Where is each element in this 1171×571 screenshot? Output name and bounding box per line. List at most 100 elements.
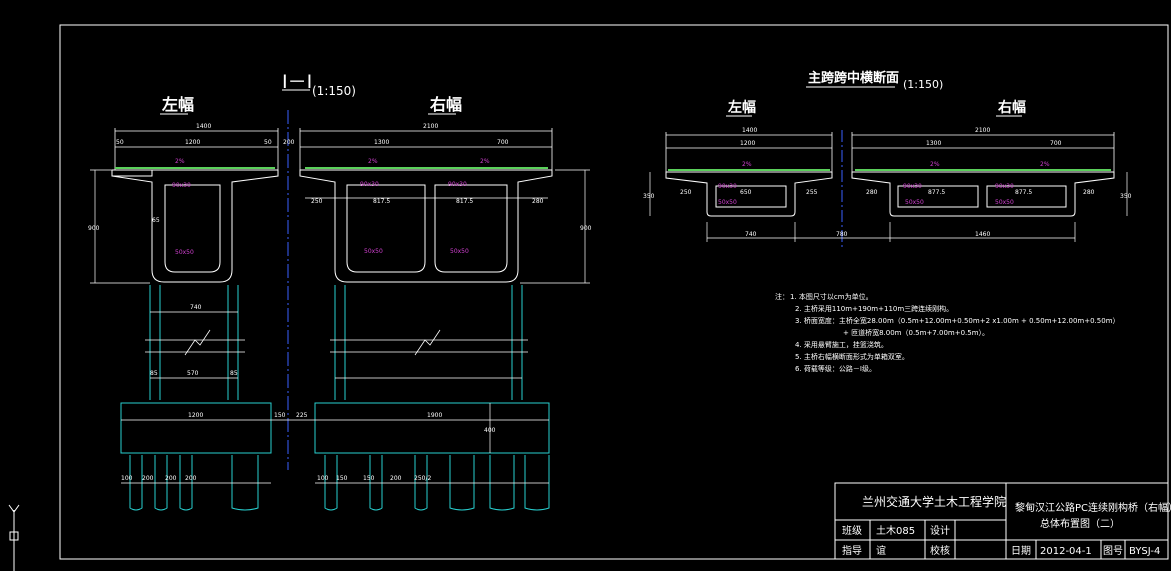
section-left-scale: (1:150) bbox=[312, 84, 356, 98]
rs-total-left: 1400 bbox=[742, 127, 757, 134]
rs-height-left: 350 bbox=[643, 193, 655, 200]
left-box-girder bbox=[111, 169, 279, 283]
dim-col-gap: 570 bbox=[187, 370, 199, 377]
guide-value: 谊 bbox=[876, 544, 886, 557]
note-line-1: 1. 本图尺寸以cm为单位。 bbox=[790, 292, 873, 301]
rs-slope: 2% bbox=[742, 161, 752, 168]
rs-top-right2: 700 bbox=[1050, 140, 1062, 147]
left-deck-surface bbox=[115, 167, 275, 169]
rs-total-right: 2100 bbox=[975, 127, 990, 134]
right-sec-right-label: 右幅 bbox=[997, 99, 1026, 116]
dim-gap-mid: 150 bbox=[274, 412, 286, 419]
rs-top-left: 1200 bbox=[740, 140, 755, 147]
date-label: 日期 bbox=[1011, 545, 1031, 557]
drawing-no-value: BYSJ-4 bbox=[1129, 546, 1160, 557]
fillet-right2: 50x50 bbox=[450, 248, 469, 255]
date-value: 2012-04-1 bbox=[1040, 546, 1092, 557]
dim-median: 200 bbox=[283, 139, 295, 146]
rs-right-girder bbox=[851, 171, 1115, 217]
dim-cant-left: 250 bbox=[311, 198, 323, 205]
section-right-title: 主跨跨中横断面 bbox=[808, 70, 899, 86]
rs-haunch-r: 90x30 bbox=[903, 183, 922, 190]
section-left: I－I (1:150) 左幅 右幅 1400 2100 1200 1300 70… bbox=[88, 71, 592, 511]
dim-cap-width: 740 bbox=[190, 304, 202, 311]
dim-box-b: 817.5 bbox=[456, 198, 473, 205]
class-label: 班级 bbox=[842, 525, 862, 537]
dim-top-right: 1300 bbox=[374, 139, 389, 146]
school-name: 兰州交通大学土木工程学院 bbox=[862, 494, 1006, 509]
haunch-right2: 90x30 bbox=[448, 181, 467, 188]
dim-gap-mid2: 225 bbox=[296, 412, 308, 419]
notes: 注： 1. 本图尺寸以cm为单位。 2. 主桥采用110m+190m+110m三… bbox=[775, 292, 1120, 373]
left-width-label: 左幅 bbox=[161, 95, 194, 114]
rs-top-right: 1300 bbox=[926, 140, 941, 147]
dim-pile-d: 200 bbox=[185, 475, 197, 482]
note-line-5: 4. 采用悬臂施工，挂篮浇筑。 bbox=[795, 340, 888, 349]
dim-top-left: 1200 bbox=[185, 139, 200, 146]
rs-cant-right1: 255 bbox=[806, 189, 818, 196]
rs-cant-r2: 280 bbox=[866, 189, 878, 196]
rs-bottom-mid: 780 bbox=[836, 231, 848, 238]
dim-web-b: 50 bbox=[264, 139, 272, 146]
rs-inner-r2: 877.5 bbox=[1015, 189, 1032, 196]
rs-fillet-r2: 50x50 bbox=[995, 199, 1014, 206]
note-line-6: 5. 主桥右幅横断面形式为单箱双室。 bbox=[795, 352, 909, 361]
project-title-line1: 黎甸汉江公路PC连续刚构桥（右幅） bbox=[1015, 501, 1171, 514]
rs-slope-r: 2% bbox=[930, 161, 940, 168]
rs-right-deck bbox=[855, 169, 1111, 171]
dim-total-left: 1400 bbox=[196, 123, 211, 130]
slope-left: 2% bbox=[175, 158, 185, 165]
haunch-right1: 90x30 bbox=[360, 181, 379, 188]
dim-footing-right: 1900 bbox=[427, 412, 442, 419]
rs-fillet-r: 50x50 bbox=[905, 199, 924, 206]
drawing-canvas: I－I (1:150) 左幅 右幅 1400 2100 1200 1300 70… bbox=[8, 24, 1171, 571]
dim-thick: 65 bbox=[152, 217, 160, 224]
dim-pile-a: 100 bbox=[121, 475, 133, 482]
pier-columns bbox=[149, 285, 523, 400]
right-box-girder bbox=[299, 169, 553, 283]
piles bbox=[129, 455, 550, 511]
dim-height-right: 900 bbox=[580, 225, 592, 232]
haunch-left: 90x30 bbox=[172, 182, 191, 189]
rs-cant-r3: 280 bbox=[1083, 189, 1095, 196]
section-right-scale: (1:150) bbox=[903, 78, 943, 91]
rs-inner-r1: 877.5 bbox=[928, 189, 945, 196]
dim-pile-e: 250/2 bbox=[414, 475, 431, 482]
rs-inner-left: 650 bbox=[740, 189, 752, 196]
drawing-no-label: 图号 bbox=[1103, 545, 1123, 557]
right-sec-left-label: 左幅 bbox=[727, 99, 756, 116]
dim-height: 900 bbox=[88, 225, 100, 232]
rs-bottom-left: 740 bbox=[745, 231, 757, 238]
note-line-4: + 匝道桥宽8.00m（0.5m+7.00m+0.5m）。 bbox=[843, 328, 989, 337]
dim-web-a: 50 bbox=[116, 139, 124, 146]
rs-cant-left: 250 bbox=[680, 189, 692, 196]
rs-left-deck bbox=[668, 169, 830, 171]
dim-footing-left: 1200 bbox=[188, 412, 203, 419]
rs-height-right: 350 bbox=[1120, 193, 1132, 200]
note-line-3: 3. 桥面宽度：主桥全宽28.00m（0.5m+12.00m+0.50m+2 x… bbox=[795, 316, 1120, 325]
class-value: 土木085 bbox=[876, 524, 915, 537]
check-label: 校核 bbox=[930, 544, 950, 557]
right-width-label: 右幅 bbox=[430, 95, 462, 114]
dim-top-right2: 700 bbox=[497, 139, 509, 146]
fillet-left: 50x50 bbox=[175, 249, 194, 256]
dim-col-a: 85 bbox=[150, 370, 158, 377]
fillet-right1: 50x50 bbox=[364, 248, 383, 255]
design-label: 设计 bbox=[930, 524, 950, 537]
dim-col-b: 85 bbox=[230, 370, 238, 377]
section-right: 主跨跨中横断面 (1:150) 左幅 右幅 1400 2100 1200 130… bbox=[643, 70, 1132, 250]
rs-bottom-right: 1460 bbox=[975, 231, 990, 238]
right-deck-surface bbox=[305, 167, 548, 169]
project-title-line2: 总体布置图（二） bbox=[1040, 517, 1120, 530]
dim-pile-h: 150 bbox=[363, 475, 375, 482]
dim-footing-h: 400 bbox=[484, 427, 496, 434]
pier-break-lines bbox=[145, 311, 528, 379]
dim-box-a: 817.5 bbox=[373, 198, 390, 205]
dim-pile-i: 200 bbox=[390, 475, 402, 482]
dim-total-right: 2100 bbox=[423, 123, 438, 130]
guide-label: 指导 bbox=[842, 544, 862, 557]
rs-slope-r2: 2% bbox=[1040, 161, 1050, 168]
notes-prefix: 注： bbox=[775, 292, 789, 301]
note-line-7: 6. 荷载等级：公路－I级。 bbox=[795, 364, 876, 373]
note-line-2: 2. 主桥采用110m+190m+110m三跨连续刚构。 bbox=[795, 304, 953, 313]
